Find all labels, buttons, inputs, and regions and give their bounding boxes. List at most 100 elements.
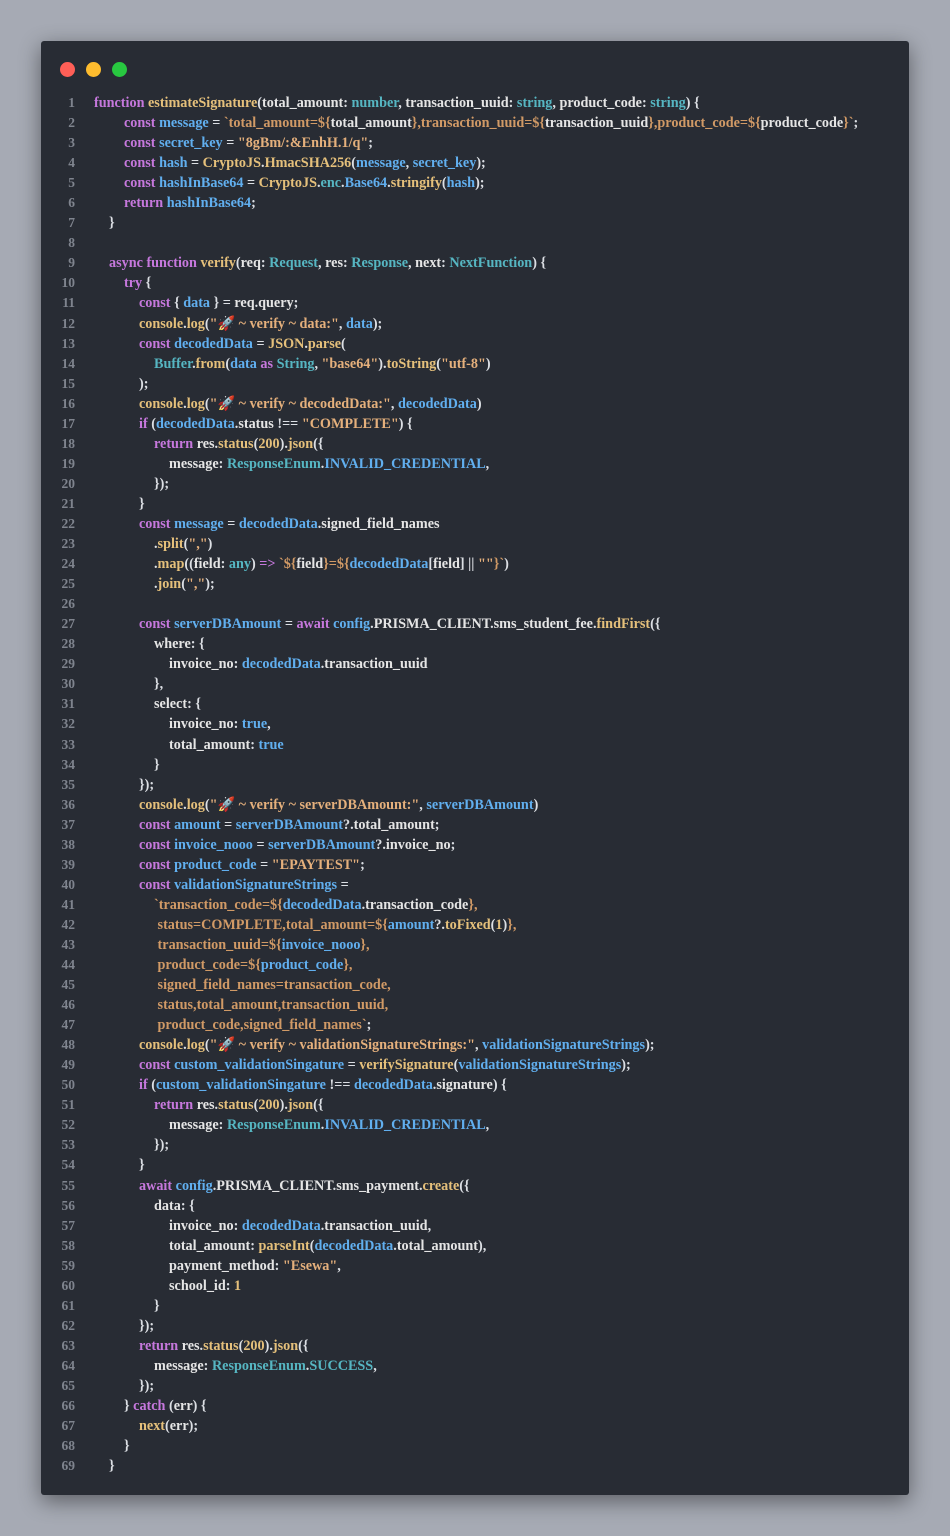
code-token: = bbox=[337, 876, 349, 893]
code-token: payment_method bbox=[169, 1257, 275, 1274]
code-line: 18 return res.status(200).json({ bbox=[41, 434, 909, 454]
code-line: 59 payment_method: "Esewa", bbox=[41, 1256, 909, 1276]
code-line: 10 try { bbox=[41, 273, 909, 293]
code-token: decodedData bbox=[174, 335, 253, 352]
code-token: const bbox=[139, 1057, 175, 1074]
code-token: product_code bbox=[760, 115, 844, 132]
code-token: : bbox=[220, 556, 229, 573]
code-token: , bbox=[338, 315, 346, 332]
code-token: : bbox=[508, 95, 517, 111]
line-number: 54 bbox=[61, 1157, 76, 1173]
code-text: if (decodedData.status !== "COMPLETE") { bbox=[139, 414, 413, 434]
code-token: ({ bbox=[313, 1097, 324, 1114]
code-line: 26 bbox=[41, 594, 909, 614]
code-token: , bbox=[427, 1217, 432, 1234]
code-token: = bbox=[252, 836, 269, 853]
code-token: : { bbox=[190, 636, 205, 653]
code-token: ) bbox=[207, 536, 213, 553]
code-line: 25 .join(","); bbox=[41, 574, 909, 594]
code-token: estimateSignature bbox=[148, 95, 258, 111]
code-token: ; bbox=[360, 856, 365, 873]
code-text: const serverDBAmount = await config.PRIS… bbox=[139, 614, 660, 634]
code-line: 1 function estimateSignature(total_amount… bbox=[41, 93, 909, 113]
code-token: product_code bbox=[260, 957, 344, 974]
code-line: 63 return res.status(200).json({ bbox=[41, 1336, 909, 1356]
code-token: const bbox=[124, 155, 160, 172]
code-line: 16 console.log("🚀 ~ verify ~ decodedData:… bbox=[41, 394, 909, 414]
code-line: 45 signed_field_names=transaction_code, bbox=[41, 975, 909, 995]
code-token: ; bbox=[368, 135, 374, 152]
code-token: serverDBAmount bbox=[268, 836, 376, 853]
code-token: : bbox=[218, 455, 227, 472]
code-token: ). bbox=[378, 355, 387, 372]
code-token: invoice_nooo bbox=[174, 836, 253, 853]
code-token: decodedData bbox=[238, 515, 318, 532]
code-text: } bbox=[154, 1296, 160, 1316]
line-number: 56 bbox=[61, 1197, 76, 1213]
code-line: 51 return res.status(200).json({ bbox=[41, 1095, 909, 1115]
code-text: invoice_no: decodedData.transaction_uuid… bbox=[169, 1216, 431, 1236]
code-text: ); bbox=[139, 374, 148, 394]
code-text: total_amount: true bbox=[169, 735, 284, 755]
code-token: console bbox=[139, 315, 184, 332]
code-token: ; bbox=[450, 836, 456, 853]
code-line: 22 const message = decodedData.signed_fie… bbox=[41, 514, 909, 534]
code-text: .join(","); bbox=[154, 574, 215, 594]
code-text: `transaction_code=${decodedData.transact… bbox=[154, 895, 478, 915]
code-token: json bbox=[272, 1337, 299, 1354]
line-number: 12 bbox=[61, 315, 76, 331]
code-text: school_id: 1 bbox=[169, 1276, 241, 1296]
line-number: 44 bbox=[61, 957, 76, 973]
code-token: findFirst bbox=[596, 616, 651, 633]
code-token: hashInBase64 bbox=[166, 195, 252, 212]
code-text: } bbox=[139, 494, 145, 514]
code-token: : bbox=[274, 1257, 283, 1274]
code-token: transaction_uuid bbox=[324, 656, 428, 673]
code-token: }); bbox=[154, 475, 170, 492]
code-token: Response bbox=[351, 255, 409, 272]
code-token: catch bbox=[133, 1398, 169, 1415]
maximize-dot-icon[interactable] bbox=[112, 62, 127, 77]
code-token: data bbox=[346, 315, 373, 332]
code-text: function estimateSignature(total_amount:… bbox=[94, 93, 700, 113]
code-token: parse bbox=[307, 335, 342, 352]
code-token: } bbox=[139, 495, 145, 512]
code-token: true bbox=[241, 716, 268, 733]
code-text: } bbox=[139, 1155, 145, 1175]
code-token: ). bbox=[264, 1337, 273, 1354]
code-text: invoice_no: true, bbox=[169, 714, 271, 734]
line-number: 63 bbox=[61, 1337, 76, 1353]
code-token: = bbox=[187, 155, 203, 172]
code-text: console.log("🚀 ~ verify ~ data:", data); bbox=[139, 314, 382, 334]
code-token: return bbox=[154, 1097, 197, 1114]
code-token: Request bbox=[269, 255, 319, 272]
code-text: } bbox=[109, 213, 115, 233]
code-token: JSON bbox=[268, 335, 305, 352]
code-line: 60 school_id: 1 bbox=[41, 1276, 909, 1296]
close-dot-icon[interactable] bbox=[60, 62, 75, 77]
code-line: 47 product_code,signed_field_names`; bbox=[41, 1015, 909, 1035]
code-token: "🚀 ~ verify ~ serverDBAmount:" bbox=[209, 796, 420, 813]
code-token: product_code=${ bbox=[154, 957, 261, 974]
code-token: ({ bbox=[459, 1177, 470, 1194]
code-token: }); bbox=[154, 1137, 170, 1154]
code-token: message bbox=[169, 455, 219, 472]
line-number: 35 bbox=[61, 776, 76, 792]
line-number: 68 bbox=[61, 1438, 76, 1454]
line-number: 32 bbox=[61, 716, 76, 732]
code-token: where bbox=[154, 636, 191, 653]
code-token: `total_amount=${ bbox=[223, 115, 331, 132]
code-token: await bbox=[139, 1177, 176, 1194]
code-line: 20}); bbox=[41, 474, 909, 494]
code-token: }, bbox=[360, 936, 370, 953]
minimize-dot-icon[interactable] bbox=[86, 62, 101, 77]
code-token: const bbox=[139, 295, 175, 312]
code-token: INVALID_CREDENTIAL bbox=[324, 455, 486, 472]
code-token: Base64 bbox=[344, 175, 388, 192]
line-number: 15 bbox=[61, 375, 76, 391]
code-token: const bbox=[139, 836, 175, 853]
code-line: 5 const hashInBase64 = CryptoJS.enc.Base6… bbox=[41, 173, 909, 193]
code-token: ; bbox=[853, 115, 859, 132]
code-token: ; bbox=[366, 1017, 372, 1034]
code-token: decodedData bbox=[155, 415, 235, 432]
